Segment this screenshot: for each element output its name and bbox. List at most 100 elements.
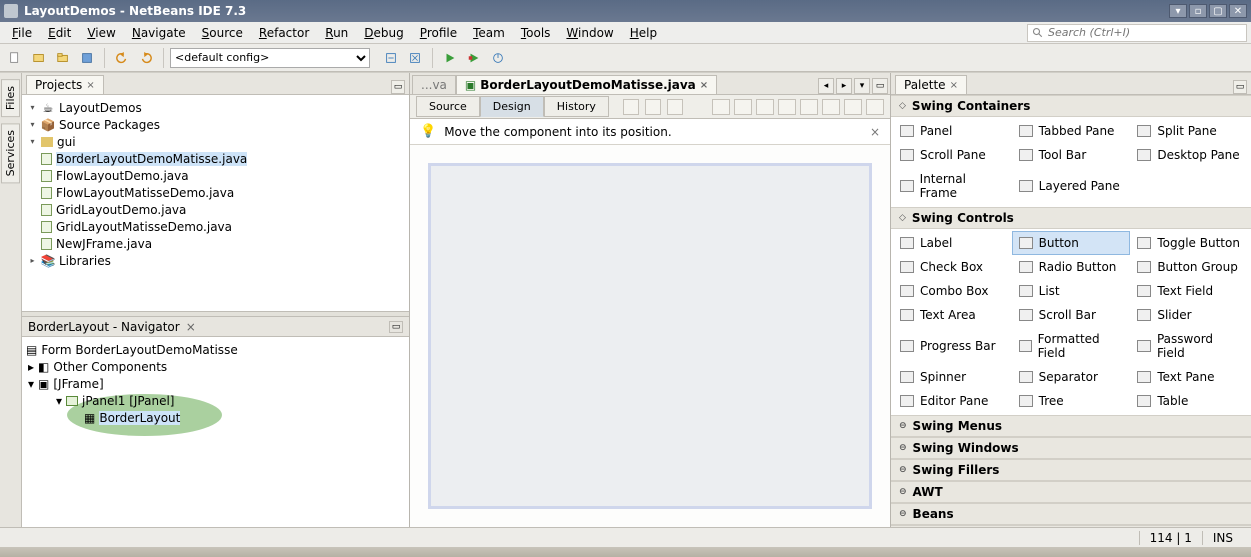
palette-item[interactable]: Split Pane xyxy=(1130,119,1249,143)
palette-category[interactable]: ⊖Swing Windows xyxy=(891,437,1251,459)
palette-item[interactable]: Radio Button xyxy=(1012,255,1131,279)
palette-item[interactable]: List xyxy=(1012,279,1131,303)
history-subtab[interactable]: History xyxy=(544,96,609,117)
profile-button[interactable] xyxy=(487,47,509,69)
file-node[interactable]: GridLayoutDemo.java xyxy=(56,203,186,217)
undo-button[interactable] xyxy=(111,47,133,69)
palette-item[interactable]: Slider xyxy=(1130,303,1249,327)
editor-tab-active[interactable]: ▣ BorderLayoutDemoMatisse.java × xyxy=(456,75,717,94)
palette-item[interactable]: Editor Pane xyxy=(893,389,1012,413)
palette-item[interactable]: Internal Frame xyxy=(893,167,1012,205)
navigator-minimize-button[interactable]: ▭ xyxy=(389,321,403,333)
new-file-button[interactable] xyxy=(4,47,26,69)
menu-profile[interactable]: Profile xyxy=(412,24,465,42)
palette-category[interactable]: ⊖Swing Menus xyxy=(891,415,1251,437)
projects-close-icon[interactable]: × xyxy=(86,80,94,91)
palette-item[interactable]: Button xyxy=(1012,231,1131,255)
other-components-node[interactable]: Other Components xyxy=(53,360,167,374)
palette-item[interactable]: Tabbed Pane xyxy=(1012,119,1131,143)
menu-help[interactable]: Help xyxy=(622,24,665,42)
navigator-tree[interactable]: ▤Form BorderLayoutDemoMatisse ▸◧Other Co… xyxy=(22,337,409,527)
window-maximize-button[interactable]: ▫ xyxy=(1189,4,1207,18)
editor-dropdown-button[interactable]: ▾ xyxy=(854,78,870,94)
align-top-button[interactable] xyxy=(778,99,796,115)
design-canvas[interactable] xyxy=(428,163,872,509)
clean-build-button[interactable] xyxy=(404,47,426,69)
editor-scroll-right-button[interactable]: ▸ xyxy=(836,78,852,94)
palette-item[interactable]: Button Group xyxy=(1130,255,1249,279)
build-button[interactable] xyxy=(380,47,402,69)
palette-item[interactable]: Text Field xyxy=(1130,279,1249,303)
menu-source[interactable]: Source xyxy=(194,24,251,42)
file-node[interactable]: NewJFrame.java xyxy=(56,237,152,251)
menu-edit[interactable]: Edit xyxy=(40,24,79,42)
menu-window[interactable]: Window xyxy=(558,24,621,42)
quick-search-input[interactable] xyxy=(1048,26,1242,39)
menu-tools[interactable]: Tools xyxy=(513,24,559,42)
palette-item[interactable]: Check Box xyxy=(893,255,1012,279)
align-bottom-button[interactable] xyxy=(822,99,840,115)
run-button[interactable] xyxy=(439,47,461,69)
menu-refactor[interactable]: Refactor xyxy=(251,24,317,42)
palette-item[interactable]: Toggle Button xyxy=(1130,231,1249,255)
palette-item[interactable]: Password Field xyxy=(1130,327,1249,365)
selection-mode-button[interactable] xyxy=(623,99,639,115)
jframe-node[interactable]: [JFrame] xyxy=(53,377,103,391)
palette-tab[interactable]: Palette × xyxy=(895,75,967,94)
libraries-node[interactable]: Libraries xyxy=(59,254,111,268)
palette-item[interactable]: Scroll Bar xyxy=(1012,303,1131,327)
jpanel-node[interactable]: jPanel1 [JPanel] xyxy=(82,394,174,408)
services-gutter-tab[interactable]: Services xyxy=(1,123,20,183)
palette-item[interactable]: Text Pane xyxy=(1130,365,1249,389)
palette-close-icon[interactable]: × xyxy=(950,80,958,91)
file-node[interactable]: BorderLayoutDemoMatisse.java xyxy=(56,152,247,166)
palette-item[interactable]: Layered Pane xyxy=(1012,167,1131,205)
file-node[interactable]: FlowLayoutMatisseDemo.java xyxy=(56,186,234,200)
resize-v-button[interactable] xyxy=(866,99,884,115)
menu-debug[interactable]: Debug xyxy=(356,24,411,42)
open-project-button[interactable] xyxy=(52,47,74,69)
redo-button[interactable] xyxy=(135,47,157,69)
save-all-button[interactable] xyxy=(76,47,98,69)
editor-scroll-left-button[interactable]: ◂ xyxy=(818,78,834,94)
file-node[interactable]: FlowLayoutDemo.java xyxy=(56,169,189,183)
form-node[interactable]: Form BorderLayoutDemoMatisse xyxy=(41,343,237,357)
align-center-button[interactable] xyxy=(734,99,752,115)
design-area[interactable] xyxy=(410,145,890,527)
palette-item[interactable]: Tree xyxy=(1012,389,1131,413)
source-packages[interactable]: Source Packages xyxy=(59,118,160,132)
design-subtab[interactable]: Design xyxy=(480,96,544,117)
palette-item[interactable]: Label xyxy=(893,231,1012,255)
project-root[interactable]: LayoutDemos xyxy=(59,101,142,115)
preview-button[interactable] xyxy=(667,99,683,115)
file-node[interactable]: GridLayoutMatisseDemo.java xyxy=(56,220,232,234)
borderlayout-node[interactable]: BorderLayout xyxy=(99,411,180,425)
editor-maximize-button[interactable]: ▭ xyxy=(872,78,888,94)
quick-search[interactable] xyxy=(1027,24,1247,42)
navigator-close-icon[interactable]: × xyxy=(186,320,196,334)
menu-view[interactable]: View xyxy=(79,24,123,42)
palette-category[interactable]: ◇Swing Containers xyxy=(891,95,1251,117)
align-left-button[interactable] xyxy=(712,99,730,115)
hint-close-icon[interactable]: × xyxy=(870,125,880,139)
run-config-select[interactable]: <default config> xyxy=(170,48,370,68)
palette-item[interactable]: Panel xyxy=(893,119,1012,143)
menu-team[interactable]: Team xyxy=(465,24,513,42)
palette-category[interactable]: ⊖Swing Fillers xyxy=(891,459,1251,481)
palette-item[interactable]: Spinner xyxy=(893,365,1012,389)
resize-h-button[interactable] xyxy=(844,99,862,115)
editor-tab-close-icon[interactable]: × xyxy=(700,80,708,91)
palette-category[interactable]: ◇Swing Controls xyxy=(891,207,1251,229)
panel-minimize-button[interactable]: ▭ xyxy=(391,80,405,94)
palette-category[interactable]: ⊖AWT xyxy=(891,481,1251,503)
window-minimize-button[interactable]: ▾ xyxy=(1169,4,1187,18)
align-middle-button[interactable] xyxy=(800,99,818,115)
palette-category[interactable]: ⊖Beans xyxy=(891,503,1251,525)
debug-button[interactable] xyxy=(463,47,485,69)
menu-run[interactable]: Run xyxy=(317,24,356,42)
palette-minimize-button[interactable]: ▭ xyxy=(1233,80,1247,94)
palette-item[interactable]: Desktop Pane xyxy=(1130,143,1249,167)
source-subtab[interactable]: Source xyxy=(416,96,480,117)
window-close-button[interactable]: ✕ xyxy=(1229,4,1247,18)
palette-body[interactable]: ◇Swing ContainersPanelTabbed PaneSplit P… xyxy=(891,95,1251,527)
